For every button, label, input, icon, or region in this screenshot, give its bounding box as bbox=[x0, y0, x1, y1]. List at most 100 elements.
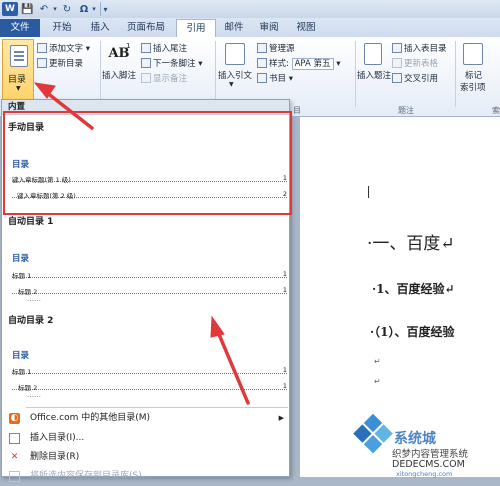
remove-toc-icon: ✕ bbox=[10, 452, 19, 462]
tab-view[interactable]: 视图 bbox=[290, 19, 322, 37]
next-footnote-button[interactable]: 下一条脚注 ▾ bbox=[141, 57, 202, 69]
group-label-captions: 题注 bbox=[398, 106, 414, 115]
manage-sources-button[interactable]: 管理源 bbox=[257, 42, 295, 54]
menu-item-insert-toc[interactable]: 插入目录(I)... bbox=[3, 429, 289, 448]
mark-entry-button[interactable]: 标记 bbox=[465, 69, 482, 81]
bibliography-label: 书目 bbox=[269, 74, 287, 84]
insert-table-of-figures-button[interactable]: 插入表目录 bbox=[392, 42, 447, 54]
menu-divider bbox=[26, 407, 288, 408]
next-footnote-label: 下一条脚注 bbox=[153, 59, 196, 69]
paragraph-mark: ↵ bbox=[374, 357, 381, 366]
insert-citation-button[interactable]: 插入引文 bbox=[218, 69, 252, 81]
tab-file[interactable]: 文件 bbox=[0, 19, 40, 37]
mark-entry-icon bbox=[463, 43, 483, 65]
toc-line-page: 1 bbox=[282, 270, 287, 278]
document-page[interactable] bbox=[300, 117, 500, 477]
insert-footnote-button[interactable]: 插入脚注 bbox=[102, 69, 136, 81]
manage-sources-icon bbox=[257, 43, 267, 53]
add-text-button[interactable]: 添加文字 ▾ bbox=[37, 42, 90, 54]
group-label-index: 索 bbox=[492, 106, 500, 115]
title-bar: W 💾 ↶ ▾ ↻ Ω ▾ ▾ bbox=[0, 0, 500, 18]
insert-toc-icon bbox=[9, 433, 20, 444]
toc-preview-line: 标题 21 bbox=[12, 286, 287, 296]
tab-review[interactable]: 审阅 bbox=[253, 19, 285, 37]
watermark-title: 系统城 bbox=[394, 431, 436, 447]
watermark-url: DEDECMS.COM bbox=[392, 459, 465, 470]
group-divider bbox=[215, 41, 216, 107]
group-label-citations: 目 bbox=[293, 106, 301, 115]
save-icon[interactable]: 💾 bbox=[21, 2, 34, 16]
toc-button[interactable]: 目录 ▼ bbox=[2, 39, 34, 102]
insert-endnote-button[interactable]: 插入尾注 bbox=[141, 42, 187, 54]
update-table-of-figures-button[interactable]: 更新表格 bbox=[392, 57, 438, 69]
gallery-item-title: 自动目录 2 bbox=[8, 316, 54, 326]
show-notes-button[interactable]: 显示备注 bbox=[141, 72, 187, 84]
menu-item-label: 删除目录(R) bbox=[30, 452, 80, 462]
tab-mailings[interactable]: 邮件 bbox=[218, 19, 250, 37]
insert-endnote-icon bbox=[141, 43, 151, 53]
word-logo-icon[interactable]: W bbox=[2, 2, 18, 16]
toc-preview-ellipsis: …… bbox=[27, 391, 41, 399]
toc-line-page: 1 bbox=[282, 286, 287, 294]
bibliography-button[interactable]: 书目 ▾ bbox=[257, 72, 293, 84]
menu-item-remove-toc[interactable]: ✕ 删除目录(R) bbox=[3, 448, 289, 467]
symbol-icon[interactable]: Ω bbox=[77, 2, 91, 16]
tab-references[interactable]: 引用 bbox=[176, 19, 216, 37]
toc-preview-line: 标题 21 bbox=[12, 382, 287, 392]
footnote-superscript: 1 bbox=[126, 42, 131, 50]
insert-caption-button[interactable]: 插入题注 bbox=[357, 69, 391, 81]
insert-caption-icon bbox=[364, 43, 382, 65]
tab-home[interactable]: 开始 bbox=[46, 19, 78, 37]
insert-endnote-label: 插入尾注 bbox=[153, 44, 188, 54]
menu-item-label: 将所选内容保存到目录库(S)... bbox=[30, 471, 151, 481]
add-text-icon bbox=[37, 43, 47, 53]
group-divider bbox=[455, 41, 456, 107]
gallery-item-auto-toc-1[interactable]: 自动目录 1 目录 标题 1 1 标题 21 …… bbox=[3, 211, 289, 311]
tab-insert[interactable]: 插入 bbox=[84, 19, 116, 37]
tab-page-layout[interactable]: 页面布局 bbox=[121, 19, 171, 37]
menu-item-label: 插入目录(I)... bbox=[30, 433, 85, 443]
table-of-figures-icon bbox=[392, 43, 402, 53]
add-text-label: 添加文字 bbox=[49, 44, 84, 54]
document-heading-3[interactable]: ·（1）、百度经验 bbox=[370, 323, 455, 340]
watermark-subtitle: 织梦内容管理系统 bbox=[392, 446, 469, 460]
show-notes-label: 显示备注 bbox=[153, 74, 188, 84]
toc-preview-heading: 目录 bbox=[12, 351, 30, 361]
undo-icon[interactable]: ↶ bbox=[37, 2, 51, 16]
document-heading-2[interactable]: ·1、百度经验↵ bbox=[372, 280, 455, 297]
bibliography-icon bbox=[257, 73, 267, 83]
menu-item-office-more-toc[interactable]: ◐ Office.com 中的其他目录(M) ▶ bbox=[3, 409, 289, 428]
highlight-annotation-box bbox=[3, 111, 292, 215]
cross-reference-label: 交叉引用 bbox=[404, 74, 439, 84]
update-table-icon bbox=[37, 58, 47, 68]
toc-preview-line: 标题 1 1 bbox=[12, 366, 287, 376]
mark-entry-button-line2[interactable]: 索引项 bbox=[460, 81, 486, 93]
toc-preview-ellipsis: …… bbox=[27, 295, 41, 303]
toc-line-page: 1 bbox=[282, 382, 287, 390]
document-heading-1[interactable]: ·一、百度↵ bbox=[367, 229, 455, 254]
chevron-down-icon: ▼ bbox=[229, 81, 234, 88]
ribbon-tabs: 文件 开始 插入 页面布局 引用 邮件 审阅 视图 bbox=[0, 18, 500, 37]
style-selector[interactable]: 样式: APA 第五 ▾ bbox=[257, 57, 340, 70]
show-notes-icon bbox=[141, 73, 151, 83]
update-table-button[interactable]: 更新目录 bbox=[37, 57, 83, 69]
toc-line-page: 1 bbox=[282, 366, 287, 374]
toc-line-text: 标题 1 bbox=[12, 272, 32, 280]
style-icon bbox=[257, 58, 267, 68]
customize-qat-icon[interactable]: ▾ bbox=[100, 2, 110, 16]
update-table-label: 更新目录 bbox=[49, 59, 84, 69]
paragraph-mark: ↵ bbox=[374, 377, 381, 386]
manage-sources-label: 管理源 bbox=[269, 44, 295, 54]
cross-reference-button[interactable]: 交叉引用 bbox=[392, 72, 438, 84]
text-cursor bbox=[368, 186, 369, 198]
group-divider bbox=[355, 41, 356, 107]
toc-line-text: 标题 1 bbox=[12, 368, 32, 376]
gallery-item-title: 自动目录 1 bbox=[8, 217, 54, 227]
next-footnote-icon bbox=[141, 58, 151, 68]
gallery-item-auto-toc-2[interactable]: 自动目录 2 目录 标题 1 1 标题 21 …… bbox=[3, 313, 289, 406]
insert-citation-icon bbox=[225, 43, 245, 65]
symbol-dropdown-icon[interactable]: ▾ bbox=[90, 2, 98, 16]
redo-icon[interactable]: ↻ bbox=[60, 2, 74, 16]
toc-button-label: 目录 bbox=[8, 75, 27, 85]
undo-dropdown-icon[interactable]: ▾ bbox=[51, 2, 59, 16]
